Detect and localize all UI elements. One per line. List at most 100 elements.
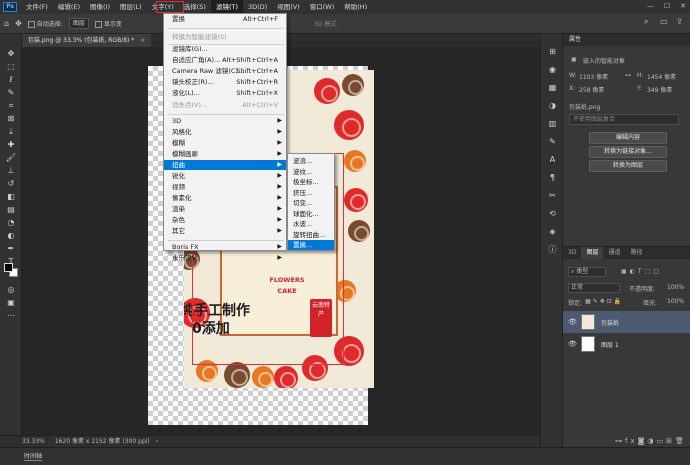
filter-menu-item[interactable]: 像素化 ▶ (164, 193, 286, 203)
auto-select-checkbox[interactable]: 自动选择: (27, 19, 63, 28)
paragraph-icon[interactable]: ¶ (547, 172, 558, 183)
edit-toolbar-icon[interactable]: ⋯ (5, 310, 17, 321)
filter-menu-item[interactable]: 镜头校正(R)... Shift+Ctrl+R (164, 77, 286, 87)
filter-menu-item[interactable]: 扭曲 ▶ (164, 160, 286, 170)
layer-select-dropdown[interactable]: 图层 (68, 18, 89, 29)
swatches-icon[interactable]: ▦ (547, 82, 558, 93)
quick-mask-icon[interactable]: ◎ (5, 284, 17, 295)
tab-channels[interactable]: 通道 (603, 247, 625, 259)
character-icon[interactable]: A (547, 154, 558, 165)
filter-menu-item[interactable]: Camera Raw 滤镜(C)... Shift+Ctrl+A (164, 66, 286, 76)
maximize-icon[interactable]: ☐ (664, 2, 670, 10)
layer-bottom-icons[interactable]: ⊶fx◙◑▭⊞🗑 (615, 437, 687, 445)
libraries-icon[interactable]: ▥ (547, 118, 558, 129)
lasso-tool-icon[interactable]: ℓ (5, 74, 17, 85)
tab-3d[interactable]: 3D (563, 247, 581, 259)
frame-tool-icon[interactable]: ⊠ (5, 113, 17, 124)
crop-tool-icon[interactable]: ⌗ (5, 100, 17, 111)
opacity-value[interactable]: 100% (667, 284, 684, 291)
filter-menu-item[interactable]: 渲染 ▶ (164, 204, 286, 214)
stamp-tool-icon[interactable]: ⊥ (5, 165, 17, 176)
lock-icons[interactable]: ▦✎✥⊡🔒 (585, 298, 623, 305)
eyedropper-tool-icon[interactable]: ⤓ (5, 126, 17, 137)
marquee-tool-icon[interactable]: ⬚ (5, 61, 17, 72)
distort-menu-item[interactable]: 切变... (288, 198, 334, 208)
actions-icon[interactable]: ⟲ (547, 208, 558, 219)
filter-menu-item[interactable]: 液化(L)... Shift+Ctrl+X (164, 88, 286, 98)
convert-to-linked-button[interactable]: 转换为链接对象... (589, 146, 667, 158)
layer-filter-icons[interactable]: ▣◐T⬚▢ (621, 268, 662, 275)
blur-tool-icon[interactable]: ◔ (5, 217, 17, 228)
filter-menu-item[interactable]: 风格化 ▶ (164, 127, 286, 137)
filter-menu-item[interactable]: 置换 Alt+Ctrl+F (164, 14, 286, 24)
x-value[interactable]: 258 像素 (579, 85, 604, 94)
brush-settings-icon[interactable]: ✎ (547, 136, 558, 147)
visibility-eye-icon[interactable]: 👁 (568, 340, 577, 348)
filter-menu-item[interactable]: 自适应广角(A)... Alt+Shift+Ctrl+A (164, 55, 286, 65)
width-value[interactable]: 1103 像素 (579, 72, 608, 81)
adjustments-icon[interactable]: ◑ (547, 100, 558, 111)
tool-presets-icon[interactable]: ✂ (547, 190, 558, 201)
history-brush-icon[interactable]: ↺ (5, 178, 17, 189)
filter-menu-item[interactable]: 模糊 ▶ (164, 138, 286, 148)
menu-8[interactable]: 视图(V) (272, 0, 305, 14)
menu-6[interactable]: 滤镜(T) (210, 0, 243, 14)
workspace-icon[interactable]: ▭ (660, 17, 668, 26)
search-icon[interactable]: ⌕ (644, 17, 648, 27)
document-tab[interactable]: 包装.png @ 33.3% (包装纸, RGB/8) * × (22, 34, 152, 47)
properties-tab[interactable]: 属性 (563, 34, 690, 46)
color-icon[interactable]: ◉ (547, 64, 558, 75)
navigator-icon[interactable]: ◈ (547, 226, 558, 237)
pen-tool-icon[interactable]: ✒ (5, 243, 17, 254)
layer-filter-select[interactable]: ⌕ 类型 (568, 267, 606, 277)
distort-menu-item[interactable]: 波浪... (288, 156, 334, 166)
filter-menu-item[interactable]: 杂色 ▶ (164, 215, 286, 225)
layer-name[interactable]: 包装纸 (601, 318, 619, 327)
visibility-eye-icon[interactable]: 👁 (568, 318, 577, 326)
height-value[interactable]: 1454 像素 (647, 72, 676, 81)
tab-layers[interactable]: 图层 (581, 247, 604, 259)
y-value[interactable]: 349 像素 (647, 85, 672, 94)
menu-10[interactable]: 帮助(H) (339, 0, 372, 14)
filter-menu-item[interactable]: 锐化 ▶ (164, 171, 286, 181)
layer-name[interactable]: 图层 1 (601, 340, 619, 349)
convert-to-layers-button[interactable]: 转换为图层 (589, 160, 667, 172)
move-tool-icon[interactable]: ✥ (15, 19, 22, 28)
filter-menu-item[interactable]: 消失点(V)... Alt+Ctrl+V (164, 100, 286, 110)
foreground-color-swatch[interactable] (4, 263, 13, 272)
layer-row[interactable]: 👁 包装纸 (563, 311, 690, 333)
distort-menu-item[interactable]: 旋转扭曲... (288, 230, 334, 240)
close-window-icon[interactable]: ✕ (680, 2, 686, 10)
link-dimensions-icon[interactable]: ⊶ (625, 72, 631, 79)
distort-menu-item[interactable]: 球面化... (288, 209, 334, 219)
show-transform-checkbox[interactable]: 显示变 (94, 19, 122, 28)
distort-menu-item[interactable]: 极坐标... (288, 177, 334, 187)
timeline-tab[interactable]: 时间轴 (24, 451, 43, 461)
distort-menu-item[interactable]: 置换... (288, 240, 334, 250)
close-tab-icon[interactable]: × (140, 37, 145, 44)
filter-menu-item[interactable]: 转换为智能滤镜(S) (164, 32, 286, 42)
layer-row[interactable]: 👁 图层 1 (563, 333, 690, 355)
brush-tool-icon[interactable]: 🖌 (5, 152, 17, 163)
menu-7[interactable]: 3D(D) (243, 0, 272, 14)
filter-menu-item[interactable]: 视频 ▶ (164, 182, 286, 192)
filter-menu-item[interactable]: 3D ▶ (164, 116, 286, 126)
tab-paths[interactable]: 路径 (625, 247, 647, 259)
filter-menu-item[interactable]: 滤镜库(G)... (164, 44, 286, 54)
menu-1[interactable]: 编辑(E) (53, 0, 85, 14)
distort-menu-item[interactable]: 波纹... (288, 167, 334, 177)
status-arrow-icon[interactable]: › (156, 438, 158, 445)
filter-menu-item[interactable]: 模糊画廊 ▶ (164, 149, 286, 159)
zoom-level[interactable]: 33.33% (22, 438, 45, 445)
history-icon[interactable]: ⊞ (547, 46, 558, 57)
blend-mode-select[interactable]: 正常 (568, 283, 620, 293)
healing-brush-icon[interactable]: ✚ (5, 139, 17, 150)
info-icon[interactable]: ⓘ (547, 244, 558, 255)
move-tool-icon[interactable]: ✥ (5, 48, 17, 59)
dodge-tool-icon[interactable]: ◐ (5, 230, 17, 241)
menu-0[interactable]: 文件(F) (21, 0, 53, 14)
screen-mode-icon[interactable]: ▣ (5, 297, 17, 308)
home-icon[interactable]: ⌂ (4, 19, 9, 28)
filter-menu-item[interactable]: 永乐汉化 ▶ (164, 253, 286, 263)
quick-select-tool-icon[interactable]: ✎ (5, 87, 17, 98)
